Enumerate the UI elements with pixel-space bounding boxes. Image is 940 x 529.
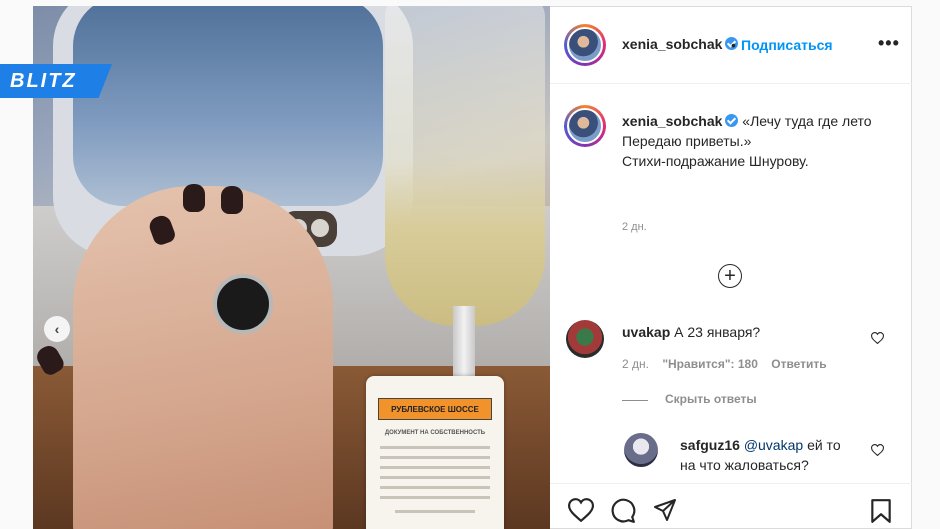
save-bookmark-icon[interactable]: [870, 498, 892, 524]
ring: [213, 274, 273, 334]
more-options-icon[interactable]: •••: [878, 33, 900, 54]
comment: uvakap А 23 января?: [622, 322, 760, 342]
nail: [221, 186, 243, 214]
share-plane-icon[interactable]: [652, 498, 678, 522]
comment-username[interactable]: uvakap: [622, 324, 670, 340]
card-line: [380, 466, 490, 469]
avatar-image: [567, 27, 603, 63]
caption-line: xenia_sobchak «Лечу туда где лето: [622, 111, 902, 131]
post-caption: xenia_sobchak «Лечу туда где лето Переда…: [622, 111, 902, 171]
load-more-comments-button[interactable]: +: [718, 264, 742, 288]
monopoly-card: РУБЛЕВСКОЕ ШОССЕ ДОКУМЕНТ НА СОБСТВЕННОС…: [366, 376, 504, 529]
champagne-glass: [385, 6, 545, 326]
comment-likes[interactable]: "Нравится": 180: [662, 357, 758, 371]
card-line: [380, 476, 490, 479]
reply-username[interactable]: safguz16: [680, 437, 740, 453]
caption-time: 2 дн.: [622, 221, 647, 233]
comment-meta: 2 дн. "Нравится": 180 Ответить: [622, 357, 827, 371]
caption-username[interactable]: xenia_sobchak: [622, 113, 722, 129]
card-line: [395, 510, 475, 513]
like-comment-heart-icon[interactable]: [871, 332, 884, 344]
like-reply-heart-icon[interactable]: [871, 444, 884, 456]
card-subtitle: ДОКУМЕНТ НА СОБСТВЕННОСТЬ: [384, 430, 486, 436]
author-username[interactable]: xenia_sobchak: [622, 36, 722, 52]
commenter-avatar[interactable]: [566, 320, 604, 358]
comment-text: А 23 января?: [674, 324, 761, 340]
like-heart-icon[interactable]: [568, 498, 594, 522]
verified-badge-icon: [725, 114, 739, 127]
caption-text: «Лечу туда где лето: [742, 113, 872, 129]
airplane-window: [73, 6, 383, 206]
author-name-row: xenia_sobchak: [622, 36, 739, 54]
card-title: РУБЛЕВСКОЕ ШОССЕ: [378, 398, 492, 420]
post-panel: xenia_sobchak • Подписаться ••• xenia_so…: [550, 6, 912, 529]
follow-button[interactable]: Подписаться: [741, 37, 833, 53]
reply-avatar[interactable]: [624, 433, 658, 467]
card-line: [380, 456, 490, 459]
hide-replies-button[interactable]: Скрыть ответы: [665, 392, 757, 406]
chevron-left-icon: ‹: [54, 321, 60, 337]
nail: [183, 184, 205, 212]
reply-button[interactable]: Ответить: [771, 357, 826, 371]
carousel-prev-button[interactable]: ‹: [44, 316, 70, 342]
reply-comment: safguz16 @uvakap ей то на что жаловаться…: [680, 435, 870, 475]
replies-divider: [622, 400, 648, 401]
comment-bubble-icon[interactable]: [610, 498, 636, 524]
author-avatar[interactable]: [564, 24, 606, 66]
page: РУБЛЕВСКОЕ ШОССЕ ДОКУМЕНТ НА СОБСТВЕННОС…: [0, 0, 940, 529]
reply-text: на что жаловаться?: [680, 457, 809, 473]
caption-avatar[interactable]: [564, 105, 606, 147]
reply-mention-link[interactable]: @uvakap: [744, 437, 803, 453]
post-photo[interactable]: РУБЛЕВСКОЕ ШОССЕ ДОКУМЕНТ НА СОБСТВЕННОС…: [33, 6, 550, 529]
plus-icon: +: [724, 265, 736, 287]
comment-time: 2 дн.: [622, 357, 649, 371]
hand: [73, 186, 333, 529]
post-header: xenia_sobchak • Подписаться •••: [550, 7, 912, 84]
reply-text: ей то: [807, 437, 841, 453]
caption-line: Стихи-подражание Шнурову.: [622, 153, 809, 169]
caption-line: Передаю приветы.»: [622, 133, 752, 149]
card-line: [380, 446, 490, 449]
avatar-image: [567, 108, 603, 144]
post-actions-bar: [550, 483, 912, 529]
card-line: [380, 486, 490, 489]
header-separator: •: [731, 37, 736, 53]
card-line: [380, 496, 490, 499]
blitz-watermark: BLITZ: [0, 64, 112, 98]
